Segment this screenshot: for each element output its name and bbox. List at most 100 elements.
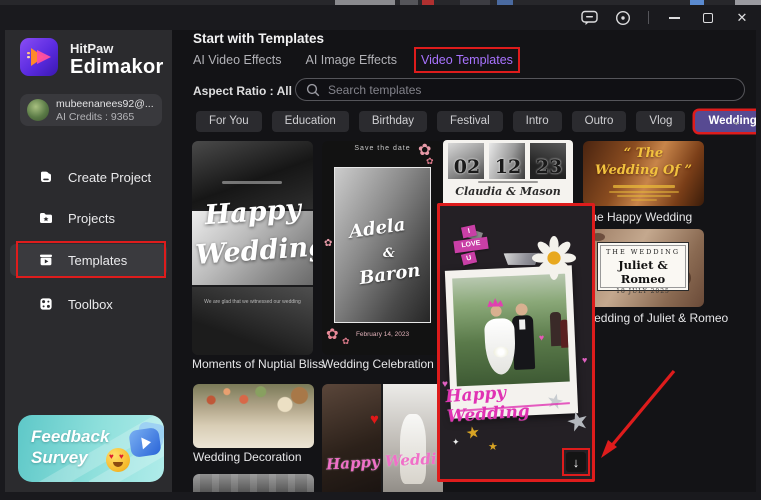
template-card-nuptial-bliss[interactable]: We are glad that we witnessed our weddin… [192,141,313,355]
aspect-ratio-dropdown[interactable]: Aspect Ratio : All ⌄ [193,84,307,98]
template-tabs: AI Video Effects AI Image Effects Video … [193,47,520,73]
card-art-text: 23 [535,156,563,178]
card-art [400,414,426,484]
toolbox-grid-icon [38,296,54,312]
template-card-juliet-romeo[interactable]: THE WEDDING Juliet & Romeo 18 JULY 2025 [583,229,704,307]
maximize-icon [703,12,713,23]
titlebar-divider [648,11,649,24]
sidebar-item-create-project[interactable]: Create Project [10,161,167,193]
annotation-box-templates [16,241,166,278]
flower-decoration: ✿ [324,238,333,249]
template-title: Wedding Celebration [322,357,434,371]
category-for-you[interactable]: For You [196,111,262,132]
category-vlog[interactable]: Vlog [636,111,686,132]
card-art-text: 12 [494,156,522,178]
blurred-text [616,195,671,197]
page-title: Start with Templates [193,31,325,46]
template-title: Moments of Nuptial Bliss [192,357,325,371]
category-pills: For You Education Birthday Festival Intr… [196,111,761,132]
sidebar: HitPaw Edimakor mubeenanees92@... AI Cre… [5,30,172,492]
app-window: ✕ HitPaw Edimakor mubeenanees92@... AI C… [0,0,761,500]
flower-decoration: ✿ [342,336,350,346]
search-input[interactable] [328,82,734,97]
maximize-button[interactable] [699,9,717,27]
titlebar: ✕ [0,5,761,30]
sidebar-item-label: Toolbox [68,296,113,312]
flower-decoration: ✿ [426,156,434,166]
minimize-button[interactable] [665,9,683,27]
close-button[interactable]: ✕ [733,9,751,27]
feedback-bubble-icon[interactable] [580,9,598,27]
wedding-couple-photo: ♥ [452,273,570,387]
heart-decoration: ♥ [582,355,588,365]
feedback-survey-banner[interactable]: Feedback Survey ♥ ♥ [18,415,164,482]
download-button[interactable]: ↓ [566,452,586,472]
heart-decoration: ♥ [370,411,379,428]
card-art-text: Claudia & Mason [455,185,561,198]
gold-star-decoration: ★ [488,441,498,453]
window-frame [0,492,761,500]
card-art-text: Adela [347,214,407,243]
template-card-wedding-celebration[interactable]: Save the date ✿ ✿ ✿ Adela & Baron ✿ ✿ Fe… [322,141,443,355]
annotation-arrow [601,369,676,458]
category-wedding[interactable]: Wedding [695,111,761,132]
projects-folder-icon [38,210,54,226]
category-education[interactable]: Education [271,111,349,132]
tab-video-templates[interactable]: Video Templates [421,53,513,67]
template-card-happy-wedding[interactable]: ♥ Happy Wedding [322,384,443,500]
edimakor-logo-icon [20,38,58,76]
banner-play-icon [128,427,162,458]
groom-figure [515,303,528,316]
template-title: Wedding Decoration [193,450,302,464]
strip-caption: We are glad that we witnessed our weddin… [204,299,301,305]
aspect-ratio-label: Aspect Ratio : All [193,84,292,98]
card-photo: Adela & Baron [334,167,431,323]
card-art-text: Baron [357,259,422,290]
avatar [27,99,49,121]
annotation-box-download: ↓ [562,448,590,476]
category-outro[interactable]: Outro [571,111,627,132]
search-bar[interactable] [295,78,745,101]
template-preview-card[interactable]: I LOVE U ♥ Happy Wedding ♥ ♥ ★ ★ ★ ★ ✦ ↓ [437,203,595,482]
card-art-text: 02 [453,156,481,178]
product-name: Edimakor [70,56,164,78]
tape-love: LOVE [453,236,489,254]
tab-ai-image-effects[interactable]: AI Image Effects [305,53,396,67]
blurred-text [608,191,679,193]
categories-expand-chevron-icon[interactable]: ⌄ [731,113,742,129]
card-art-text: THE WEDDING [605,248,681,256]
template-title: The Happy Wedding [583,210,693,224]
card-art-text: 18 JULY 2025 [616,288,670,295]
card-art-text: February 14, 2023 [355,331,410,338]
close-icon: ✕ [736,10,748,25]
template-card-the-wedding-of[interactable]: “ The Wedding Of ” [583,141,704,206]
blurred-text [222,181,282,184]
photo-strip [192,287,313,355]
guest-figure [560,319,570,348]
category-birthday[interactable]: Birthday [358,111,427,132]
gold-star-decoration: ★ [464,423,482,444]
bride-figure [490,305,502,317]
tab-ai-video-effects[interactable]: AI Video Effects [193,53,281,67]
download-icon: ↓ [572,454,580,470]
brand-name: HitPaw [70,41,114,56]
account-email: mubeenanees92@... [56,98,154,110]
heart-eyes-emoji: ♥ ♥ [106,448,130,472]
groom-shirt [519,319,526,330]
card-art-text: Wedding Of ” [595,163,692,178]
annotation-box-video-templates: Video Templates [413,47,520,73]
category-intro[interactable]: Intro [512,111,562,132]
card-photo [322,384,381,500]
card-art-text: Juliet & Romeo [618,258,668,286]
account-credits: AI Credits : 9365 [56,111,135,123]
template-card-claudia-mason[interactable]: 02 12 23 Claudia & Mason [443,140,573,210]
sidebar-item-toolbox[interactable]: Toolbox [10,288,167,320]
daisy-flower-decoration [532,236,576,280]
template-card-wedding-decoration[interactable] [193,384,314,448]
sidebar-item-projects[interactable]: Projects [10,202,167,234]
settings-circle-icon[interactable] [614,9,632,27]
doodle-crown [487,297,503,307]
heart-doodle: ♥ [538,332,545,343]
category-festival[interactable]: Festival [437,111,503,132]
account-chip[interactable]: mubeenanees92@... AI Credits : 9365 [20,94,162,126]
